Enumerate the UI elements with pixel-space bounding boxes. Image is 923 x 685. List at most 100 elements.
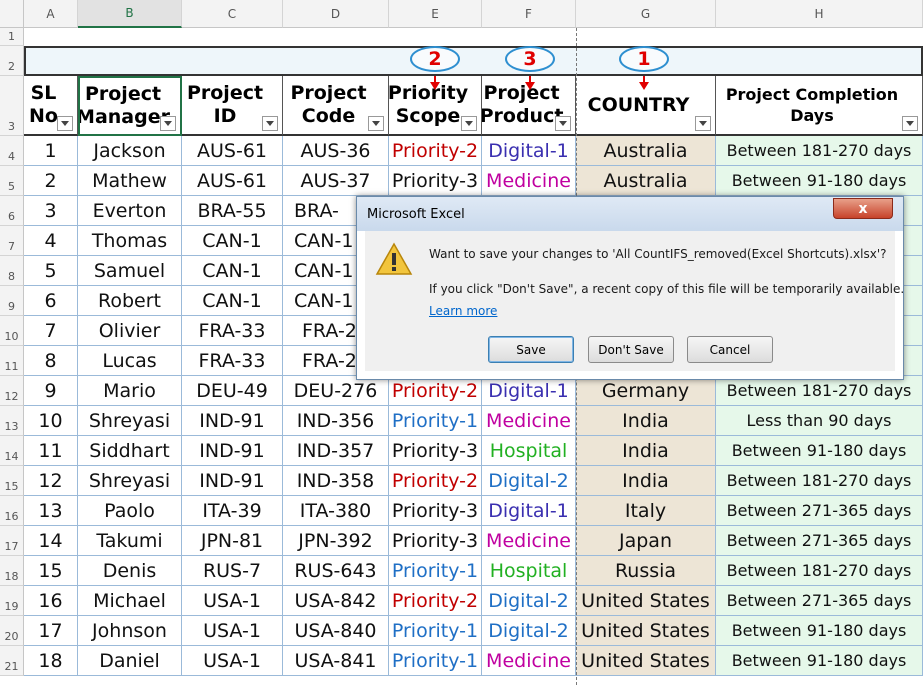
cell-b21[interactable]: Daniel (78, 646, 182, 676)
cell-b8[interactable]: Samuel (78, 256, 182, 286)
cell-a10[interactable]: 7 (24, 316, 78, 346)
row-header-2[interactable]: 2 (0, 46, 24, 76)
row-header-16[interactable]: 16 (0, 496, 24, 526)
cell-d17[interactable]: JPN-392 (283, 526, 389, 556)
header-cell-4[interactable]: Project Code (283, 76, 389, 136)
cell-h5[interactable]: Between 91-180 days (716, 166, 923, 196)
row-header-11[interactable]: 11 (0, 346, 24, 376)
cell-g19[interactable]: United States (576, 586, 716, 616)
cell-a9[interactable]: 6 (24, 286, 78, 316)
cell-c21[interactable]: USA-1 (182, 646, 283, 676)
column-header-e[interactable]: E (389, 0, 482, 28)
filter-dropdown-icon[interactable] (262, 116, 278, 131)
cell-e4[interactable]: Priority-2 (389, 136, 482, 166)
cell-c12[interactable]: DEU-49 (182, 376, 283, 406)
cell-f17[interactable]: Medicine (482, 526, 576, 556)
row-header-6[interactable]: 6 (0, 196, 24, 226)
select-all-corner[interactable] (0, 0, 24, 28)
cell-c19[interactable]: USA-1 (182, 586, 283, 616)
cell-d20[interactable]: USA-840 (283, 616, 389, 646)
cell-g12[interactable]: Germany (576, 376, 716, 406)
cell-a8[interactable]: 5 (24, 256, 78, 286)
learn-more-link[interactable]: Learn more (429, 304, 497, 318)
cell-c18[interactable]: RUS-7 (182, 556, 283, 586)
merged-title-row[interactable] (24, 46, 923, 76)
column-header-g[interactable]: G (576, 0, 716, 28)
row-header-3[interactable]: 3 (0, 76, 24, 136)
cell-f16[interactable]: Digital-1 (482, 496, 576, 526)
cell-f12[interactable]: Digital-1 (482, 376, 576, 406)
column-header-a[interactable]: A (24, 0, 78, 28)
cell-a20[interactable]: 17 (24, 616, 78, 646)
cell-b13[interactable]: Shreyasi (78, 406, 182, 436)
filter-dropdown-icon[interactable] (695, 116, 711, 131)
cell-e13[interactable]: Priority-1 (389, 406, 482, 436)
cell-c9[interactable]: CAN-1 (182, 286, 283, 316)
cell-f20[interactable]: Digital-2 (482, 616, 576, 646)
cell-d15[interactable]: IND-358 (283, 466, 389, 496)
row-header-7[interactable]: 7 (0, 226, 24, 256)
cell-d12[interactable]: DEU-276 (283, 376, 389, 406)
cell-a16[interactable]: 13 (24, 496, 78, 526)
cell-a5[interactable]: 2 (24, 166, 78, 196)
cell-e21[interactable]: Priority-1 (389, 646, 482, 676)
cell-h4[interactable]: Between 181-270 days (716, 136, 923, 166)
cell-f21[interactable]: Medicine (482, 646, 576, 676)
cell-h18[interactable]: Between 181-270 days (716, 556, 923, 586)
filter-dropdown-icon[interactable] (57, 116, 73, 131)
cell-d13[interactable]: IND-356 (283, 406, 389, 436)
row-header-8[interactable]: 8 (0, 256, 24, 286)
cell-c5[interactable]: AUS-61 (182, 166, 283, 196)
cell-d16[interactable]: ITA-380 (283, 496, 389, 526)
row-header-21[interactable]: 21 (0, 646, 24, 676)
cell-b4[interactable]: Jackson (78, 136, 182, 166)
header-cell-1[interactable]: SL No (24, 76, 78, 136)
filter-dropdown-icon[interactable] (461, 116, 477, 131)
row-header-20[interactable]: 20 (0, 616, 24, 646)
cell-d14[interactable]: IND-357 (283, 436, 389, 466)
filter-dropdown-icon[interactable] (160, 116, 176, 131)
filter-dropdown-icon[interactable] (555, 116, 571, 131)
row-header-9[interactable]: 9 (0, 286, 24, 316)
header-cell-2[interactable]: Project Manager (78, 76, 182, 136)
cell-a12[interactable]: 9 (24, 376, 78, 406)
cell-b19[interactable]: Michael (78, 586, 182, 616)
save-button[interactable]: Save (488, 336, 574, 363)
cell-g13[interactable]: India (576, 406, 716, 436)
cell-b15[interactable]: Shreyasi (78, 466, 182, 496)
column-header-h[interactable]: H (716, 0, 923, 28)
cell-e16[interactable]: Priority-3 (389, 496, 482, 526)
cell-b12[interactable]: Mario (78, 376, 182, 406)
cell-g16[interactable]: Italy (576, 496, 716, 526)
row-header-15[interactable]: 15 (0, 466, 24, 496)
row-header-13[interactable]: 13 (0, 406, 24, 436)
cell-c11[interactable]: FRA-33 (182, 346, 283, 376)
cell-h13[interactable]: Less than 90 days (716, 406, 923, 436)
cell-d5[interactable]: AUS-37 (283, 166, 389, 196)
column-header-d[interactable]: D (283, 0, 389, 28)
cell-g17[interactable]: Japan (576, 526, 716, 556)
cell-e12[interactable]: Priority-2 (389, 376, 482, 406)
close-button[interactable]: x (833, 198, 893, 219)
cell-b14[interactable]: Siddhart (78, 436, 182, 466)
dialog-titlebar[interactable]: Microsoft Excel x (357, 197, 903, 231)
cell-e19[interactable]: Priority-2 (389, 586, 482, 616)
column-header-c[interactable]: C (182, 0, 283, 28)
cell-g15[interactable]: India (576, 466, 716, 496)
cell-c10[interactable]: FRA-33 (182, 316, 283, 346)
row-header-19[interactable]: 19 (0, 586, 24, 616)
cell-h21[interactable]: Between 91-180 days (716, 646, 923, 676)
cell-h14[interactable]: Between 91-180 days (716, 436, 923, 466)
cell-b16[interactable]: Paolo (78, 496, 182, 526)
cell-b5[interactable]: Mathew (78, 166, 182, 196)
cell-g20[interactable]: United States (576, 616, 716, 646)
cell-a21[interactable]: 18 (24, 646, 78, 676)
cell-b10[interactable]: Olivier (78, 316, 182, 346)
cell-c7[interactable]: CAN-1 (182, 226, 283, 256)
cell-f13[interactable]: Medicine (482, 406, 576, 436)
cell-h15[interactable]: Between 181-270 days (716, 466, 923, 496)
cell-c20[interactable]: USA-1 (182, 616, 283, 646)
cell-a7[interactable]: 4 (24, 226, 78, 256)
cell-c14[interactable]: IND-91 (182, 436, 283, 466)
cell-c6[interactable]: BRA-55 (182, 196, 283, 226)
